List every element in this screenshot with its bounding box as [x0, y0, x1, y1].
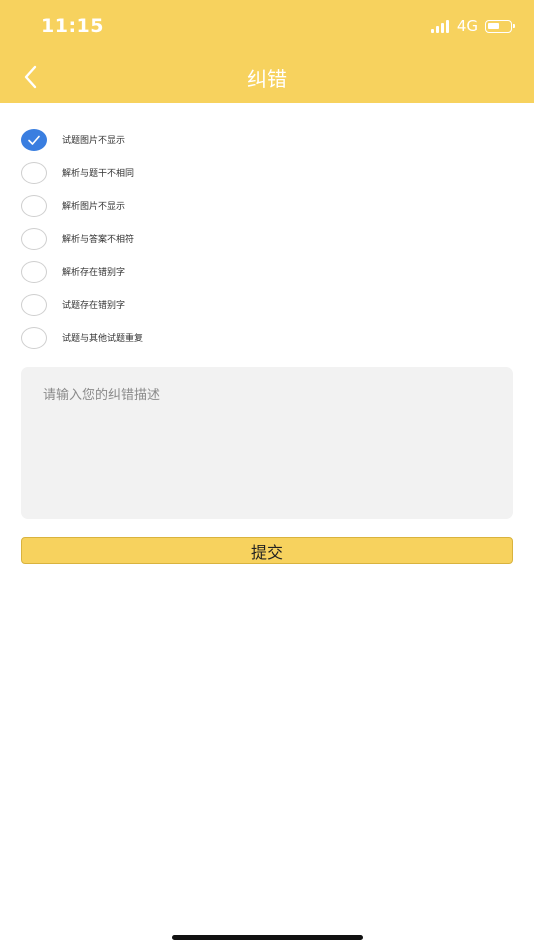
- radio-button[interactable]: [21, 227, 47, 250]
- option-label: 试题图片不显示: [62, 136, 126, 146]
- status-indicators: 4G: [430, 17, 515, 35]
- option-label: 解析与题干不相同: [62, 169, 135, 179]
- option-item[interactable]: 解析存在错别字: [21, 255, 511, 288]
- radio-button[interactable]: [21, 293, 47, 316]
- error-type-options: 试题图片不显示 解析与题干不相同 解析图片不显示 解析与答案不相符 解析存在错别…: [21, 123, 511, 354]
- battery-icon: [485, 19, 515, 33]
- option-label: 解析存在错别字: [62, 268, 126, 278]
- option-label: 试题与其他试题重复: [62, 334, 144, 344]
- option-label: 试题存在错别字: [62, 301, 126, 311]
- checkmark-icon: [28, 135, 40, 145]
- radio-button[interactable]: [21, 194, 47, 217]
- option-item[interactable]: 解析与题干不相同: [21, 156, 511, 189]
- submit-button[interactable]: 提交: [21, 537, 513, 564]
- option-label: 解析图片不显示: [62, 202, 126, 212]
- radio-button[interactable]: [21, 326, 47, 349]
- page-title: 纠错: [247, 67, 287, 91]
- home-indicator: [172, 935, 363, 940]
- status-time: 11:15: [41, 15, 104, 37]
- radio-button[interactable]: [21, 260, 47, 283]
- status-bar: 11:15 4G: [0, 0, 534, 52]
- option-item[interactable]: 解析与答案不相符: [21, 222, 511, 255]
- option-label: 解析与答案不相符: [62, 235, 135, 245]
- signal-icon: [430, 19, 451, 33]
- option-item[interactable]: 试题与其他试题重复: [21, 321, 511, 354]
- option-item[interactable]: 试题图片不显示: [21, 123, 511, 156]
- network-type: 4G: [456, 17, 478, 35]
- description-input[interactable]: [21, 367, 513, 519]
- radio-button[interactable]: [21, 128, 47, 151]
- option-item[interactable]: 试题存在错别字: [21, 288, 511, 321]
- header-bar: 11:15 4G 纠错: [0, 0, 534, 103]
- option-item[interactable]: 解析图片不显示: [21, 189, 511, 222]
- radio-button[interactable]: [21, 161, 47, 184]
